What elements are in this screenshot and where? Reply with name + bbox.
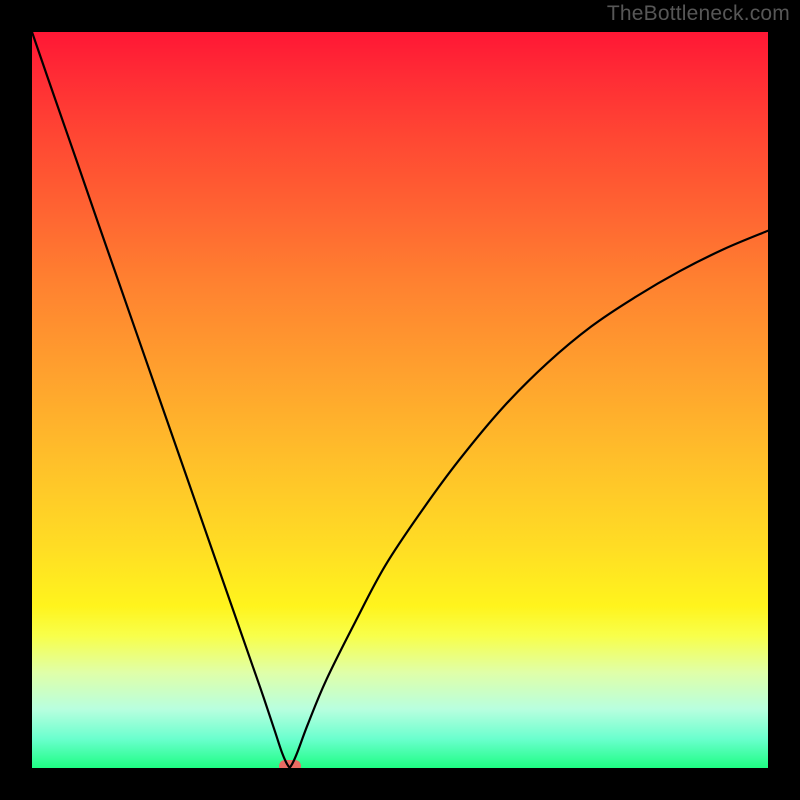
chart-stage: TheBottleneck.com (0, 0, 800, 800)
bottleneck-curve (32, 32, 768, 768)
watermark-text: TheBottleneck.com (607, 2, 790, 26)
curve-path (32, 32, 768, 767)
plot-area (32, 32, 768, 768)
